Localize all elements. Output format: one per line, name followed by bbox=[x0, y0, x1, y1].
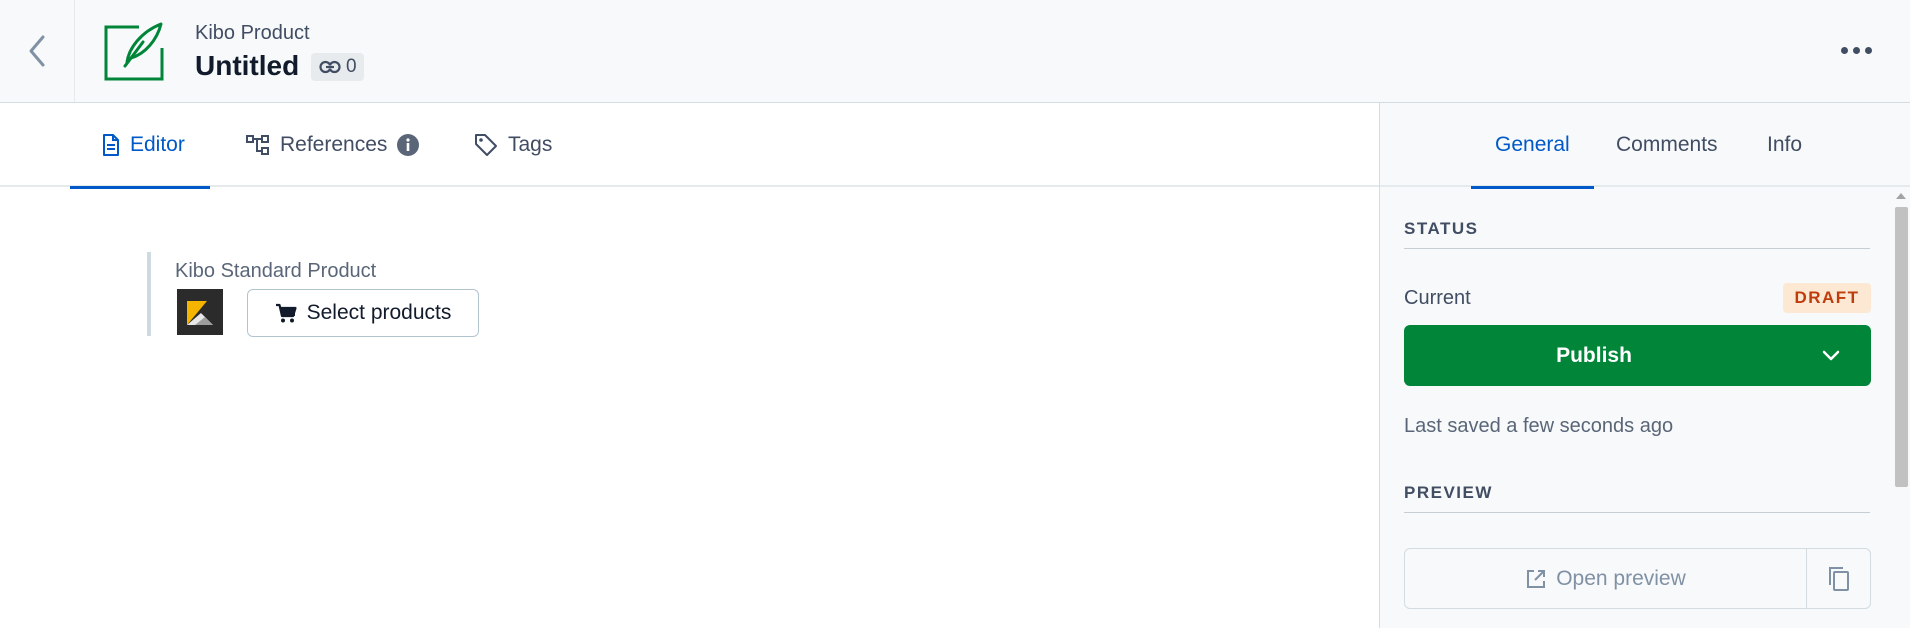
sidebar-scrollbar[interactable] bbox=[1893, 193, 1910, 628]
sidebar-tabs: General Comments Info bbox=[1380, 103, 1910, 189]
ellipsis-icon bbox=[1852, 46, 1860, 54]
scroll-up-arrow[interactable] bbox=[1896, 193, 1906, 199]
info-icon[interactable] bbox=[397, 134, 420, 156]
publish-button[interactable]: Publish bbox=[1404, 325, 1784, 386]
status-badge: DRAFT bbox=[1783, 283, 1871, 313]
link-icon bbox=[319, 60, 341, 74]
tab-references-label: References bbox=[280, 133, 388, 156]
tab-comments[interactable]: Comments bbox=[1616, 103, 1718, 187]
preview-heading: PREVIEW bbox=[1404, 483, 1870, 513]
tab-general[interactable]: General bbox=[1471, 103, 1594, 189]
chevron-down-icon bbox=[1822, 350, 1840, 360]
ellipsis-icon bbox=[1840, 46, 1848, 54]
chevron-left-icon bbox=[29, 35, 45, 67]
tab-tags-label: Tags bbox=[508, 133, 553, 156]
cart-icon bbox=[275, 303, 297, 323]
entry-sidebar: General Comments Info STATUS Current DRA… bbox=[1379, 103, 1910, 628]
product-field: Kibo Standard Product Select products bbox=[147, 252, 507, 337]
entry-header: Kibo Product Untitled 0 bbox=[0, 0, 1910, 103]
back-button[interactable] bbox=[0, 0, 75, 102]
publish-button-group: Publish bbox=[1404, 325, 1871, 386]
field-label: Kibo Standard Product bbox=[175, 260, 377, 282]
tab-editor-label: Editor bbox=[130, 133, 185, 156]
copy-preview-link-button[interactable] bbox=[1807, 549, 1870, 608]
content-type-label: Kibo Product bbox=[195, 22, 310, 44]
tab-info[interactable]: Info bbox=[1767, 103, 1802, 187]
copy-icon bbox=[1828, 566, 1849, 591]
tab-tags[interactable]: Tags bbox=[474, 103, 552, 187]
document-icon bbox=[103, 134, 119, 156]
hierarchy-icon bbox=[246, 135, 269, 155]
external-link-icon bbox=[1527, 569, 1546, 588]
more-actions-button[interactable] bbox=[1836, 38, 1876, 62]
tab-references[interactable]: References bbox=[246, 103, 420, 187]
status-heading: STATUS bbox=[1404, 219, 1870, 249]
ellipsis-icon bbox=[1864, 46, 1872, 54]
publish-options-button[interactable] bbox=[1791, 325, 1871, 386]
select-products-label: Select products bbox=[306, 301, 452, 324]
references-count: 0 bbox=[346, 56, 357, 77]
kibo-logo bbox=[177, 289, 223, 335]
editor-tabs: Editor References Tags bbox=[0, 103, 1379, 189]
entry-title: Untitled bbox=[195, 50, 300, 81]
select-products-button[interactable]: Select products bbox=[247, 289, 479, 337]
tab-editor[interactable]: Editor bbox=[70, 103, 210, 189]
open-preview-button[interactable]: Open preview bbox=[1405, 549, 1807, 608]
tag-icon bbox=[475, 134, 497, 156]
preview-controls: Open preview bbox=[1404, 548, 1871, 609]
feather-icon bbox=[104, 22, 164, 81]
current-status-label: Current bbox=[1404, 287, 1471, 309]
references-badge[interactable]: 0 bbox=[311, 53, 364, 81]
open-preview-label: Open preview bbox=[1556, 566, 1686, 590]
last-saved-text: Last saved a few seconds ago bbox=[1404, 415, 1674, 437]
scrollbar-thumb[interactable] bbox=[1895, 207, 1908, 487]
